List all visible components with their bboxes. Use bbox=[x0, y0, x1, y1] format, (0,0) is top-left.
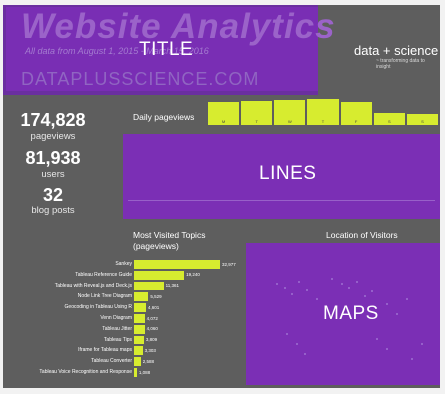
map-point bbox=[406, 298, 408, 300]
topic-bar bbox=[134, 260, 220, 269]
topic-bar bbox=[134, 270, 185, 280]
topic-value: 32,977 bbox=[222, 261, 236, 267]
day-label: S bbox=[421, 119, 424, 124]
topic-label: Iframe for Tableau maps bbox=[78, 347, 132, 354]
topic-bar bbox=[134, 303, 146, 312]
topic-label: Geocoding in Tableau Using R bbox=[64, 304, 132, 311]
topic-value: 11,361 bbox=[165, 283, 180, 289]
map-point bbox=[386, 348, 388, 350]
topic-label: Tableau Voice Recognition and Response bbox=[39, 369, 132, 375]
pageviews-value: 174,828 bbox=[20, 110, 86, 130]
map-point bbox=[276, 283, 278, 285]
map-point bbox=[298, 281, 300, 283]
map-point bbox=[356, 281, 358, 283]
blog-posts-label: blog posts bbox=[31, 205, 75, 216]
map-point bbox=[304, 353, 306, 355]
topic-label: Node Link Tree Diagram bbox=[77, 293, 132, 300]
topic-label: Venn Diagram bbox=[100, 315, 132, 321]
title-overlay-label: TITLE bbox=[139, 39, 194, 60]
brand-tagline: ~ transforming data to insight bbox=[376, 58, 425, 70]
topic-label: Tableau Jitter bbox=[102, 325, 132, 332]
map-title: Location of Visitors bbox=[326, 230, 398, 240]
topic-value: 2,588 bbox=[142, 358, 154, 364]
map-point bbox=[386, 303, 388, 305]
topic-label: Tableau Converter bbox=[91, 358, 132, 365]
map-point bbox=[331, 278, 333, 280]
topic-bar bbox=[134, 292, 149, 302]
map-point bbox=[291, 293, 293, 295]
topic-value: 19,240 bbox=[186, 272, 200, 278]
site-url: DATAPLUSSCIENCE.COM bbox=[21, 69, 260, 89]
map-point bbox=[286, 333, 288, 335]
brand-logo: data + science bbox=[354, 43, 439, 58]
day-label: T bbox=[321, 119, 325, 124]
day-label: T bbox=[255, 119, 258, 124]
topic-label: Tableau Tips bbox=[103, 336, 132, 343]
map-point bbox=[411, 358, 413, 360]
day-label: F bbox=[354, 119, 358, 124]
map-point bbox=[371, 290, 373, 292]
map-point bbox=[364, 295, 366, 297]
topic-value: 3,809 bbox=[145, 337, 158, 343]
users-label: users bbox=[41, 169, 65, 180]
topic-value: 3,303 bbox=[144, 347, 156, 353]
map-point bbox=[296, 343, 298, 345]
daily-pageviews-chart: MTWTFSS bbox=[208, 99, 440, 135]
topic-value: 5,529 bbox=[150, 293, 162, 299]
lines-overlay-label: LINES bbox=[259, 163, 317, 184]
topic-value: 4,601 bbox=[147, 304, 160, 310]
map-point bbox=[376, 338, 378, 340]
daily-pageviews-title: Daily pageviews bbox=[133, 112, 195, 122]
map-point bbox=[421, 343, 423, 345]
topics-bar-chart: Sankey 32,977 Tableau Reference Guide 19,24… bbox=[3, 260, 243, 385]
topics-subtitle: (pageviews) bbox=[133, 241, 179, 251]
map-point bbox=[284, 287, 286, 289]
map-point bbox=[306, 289, 308, 291]
day-label: S bbox=[387, 119, 391, 124]
blog-posts-value: 32 bbox=[42, 185, 64, 205]
topic-bar bbox=[134, 368, 137, 377]
topic-value: 1,088 bbox=[138, 369, 151, 375]
topic-bar bbox=[134, 324, 145, 334]
map-point bbox=[348, 287, 350, 289]
users-value: 81,938 bbox=[25, 148, 81, 168]
pageviews-label: pageviews bbox=[30, 131, 76, 142]
day-label: W bbox=[287, 119, 292, 124]
lines-baseline bbox=[128, 200, 435, 201]
topics-title: Most Visited Topics bbox=[133, 230, 206, 240]
map-point bbox=[341, 283, 343, 285]
topic-value: 4,072 bbox=[146, 315, 158, 321]
topic-label: Tableau Reference Guide bbox=[75, 271, 132, 278]
topic-bar bbox=[134, 357, 141, 366]
topic-value: 4,060 bbox=[146, 326, 158, 332]
day-label: M bbox=[221, 119, 226, 124]
topic-bar bbox=[134, 335, 144, 345]
map-overlay-label: MAPS bbox=[323, 303, 379, 324]
topic-bar bbox=[134, 346, 143, 356]
topic-bar bbox=[134, 314, 145, 323]
dashboard: Website Analytics All data from August 1… bbox=[3, 5, 440, 388]
topic-label: Sankey bbox=[115, 261, 132, 267]
map-point bbox=[316, 298, 318, 300]
map-point bbox=[396, 313, 398, 315]
topic-label: Tableau with Reveal.js and Deck.js bbox=[54, 282, 132, 289]
topic-bar bbox=[134, 281, 164, 291]
